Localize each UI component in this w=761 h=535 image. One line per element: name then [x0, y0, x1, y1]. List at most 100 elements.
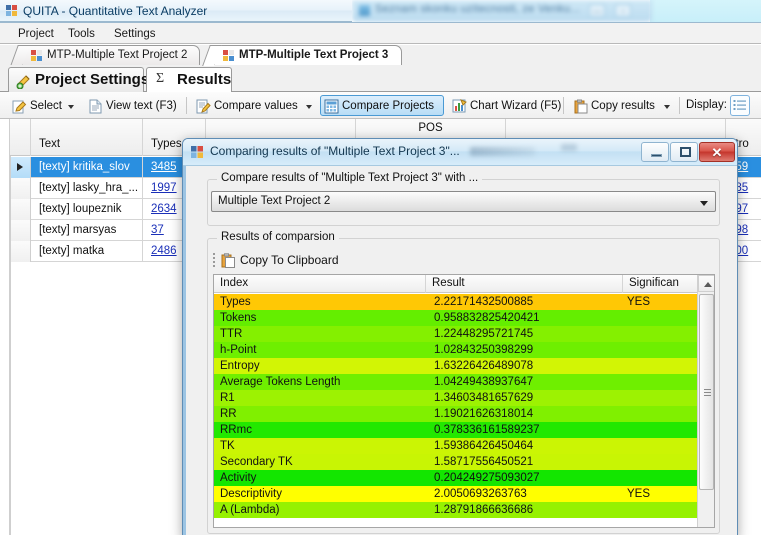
dialog-minimize-button[interactable]: [641, 142, 669, 162]
table-row[interactable]: R1 1.34603481657629: [214, 390, 714, 406]
copy-to-clipboard-label: Copy To Clipboard: [240, 253, 339, 267]
compare-values-button-label: Compare values: [214, 100, 298, 112]
chevron-down-icon[interactable]: [68, 105, 74, 109]
table-row[interactable]: Entropy 1.63226426489078: [214, 358, 714, 374]
table-row[interactable]: Tokens 0.958832825420421: [214, 310, 714, 326]
dialog-maximize-button[interactable]: [670, 142, 698, 162]
background-window-restore-button[interactable]: ▫: [615, 4, 631, 17]
chart-wizard-button[interactable]: Chart Wizard (F5): [448, 95, 561, 116]
sub-tabstrip: Project Settings Σ Results: [0, 65, 761, 92]
compare-source-legend: Compare results of "Multiple Text Projec…: [217, 172, 483, 184]
cell-index: RR: [220, 408, 237, 420]
compare-results-dialog[interactable]: Comparing results of "Multiple Text Proj…: [182, 138, 738, 535]
cell-index: R1: [220, 392, 235, 404]
menu-item-project[interactable]: Project: [14, 27, 58, 41]
cell-result: 2.22171432500885: [434, 296, 534, 308]
table-row[interactable]: Average Tokens Length 1.04249438937647: [214, 374, 714, 390]
scroll-up-button[interactable]: [698, 275, 714, 292]
table-vertical-scrollbar[interactable]: [697, 275, 714, 527]
cell-index: Secondary TK: [220, 456, 293, 468]
cell-result: 1.59386426450464: [434, 440, 534, 452]
dialog-body: Compare results of "Multiple Text Projec…: [183, 166, 737, 535]
background-window[interactable]: Seznam skonku uzitecnosti, ze Venku... —…: [352, 0, 652, 22]
app-window-icon: [6, 5, 18, 17]
comparison-results-table[interactable]: Index Result Significan Types 2.221714325…: [213, 274, 715, 528]
grid-vertical-rule: [10, 156, 11, 535]
clipboard-icon: [221, 253, 235, 268]
cell-index: Types: [220, 296, 251, 308]
tab-results[interactable]: Σ Results: [146, 67, 232, 92]
row-selector[interactable]: [10, 220, 31, 241]
menu-item-tools[interactable]: Tools: [64, 27, 99, 41]
menubar: Project Tools Settings: [0, 23, 761, 44]
dialog-title-text: Comparing results of "Multiple Text Proj…: [210, 144, 460, 158]
row-selector[interactable]: [10, 157, 31, 178]
table-row[interactable]: Activity 0.204249275093027: [214, 470, 714, 486]
dialog-close-button[interactable]: ✕: [699, 142, 735, 162]
project-tab-3-label: MTP-Multiple Text Project 3: [239, 49, 389, 61]
cell-index: Tokens: [220, 312, 257, 324]
grid-left-gutter: [0, 119, 10, 535]
tab-project-settings-label: Project Settings: [35, 71, 150, 88]
cell-index: h-Point: [220, 344, 257, 356]
screen: Seznam skonku uzitecnosti, ze Venku... —…: [0, 0, 761, 535]
project-select[interactable]: Multiple Text Project 2: [211, 191, 716, 212]
project-tab-3[interactable]: MTP-Multiple Text Project 3: [202, 45, 402, 66]
table-row[interactable]: Descriptivity 2.0050693263763 YES: [214, 486, 714, 502]
grid-header-rowselector: [10, 119, 31, 156]
column-header-result[interactable]: Result: [426, 275, 623, 293]
row-selector[interactable]: [10, 241, 31, 262]
tab-skew-edge: [10, 45, 30, 66]
cell-index: TK: [220, 440, 235, 452]
chevron-down-icon[interactable]: [664, 105, 670, 109]
sigma-icon: Σ: [156, 71, 165, 86]
dialog-title-blur-overlay-2: [561, 144, 577, 151]
view-text-button[interactable]: View text (F3): [84, 95, 180, 116]
row-selector[interactable]: [10, 199, 31, 220]
table-row[interactable]: RR 1.19021626318014: [214, 406, 714, 422]
table-row[interactable]: h-Point 1.02843250398299: [214, 342, 714, 358]
table-row[interactable]: Secondary TK 1.58717556450521: [214, 454, 714, 470]
cell-index: Average Tokens Length: [220, 376, 341, 388]
tab-project-settings[interactable]: Project Settings: [8, 67, 149, 92]
table-row[interactable]: A (Lambda) 1.28791866636686: [214, 502, 714, 518]
table-row[interactable]: TTR 1.22448295721745: [214, 326, 714, 342]
close-icon: ✕: [711, 145, 723, 160]
chevron-down-icon[interactable]: [306, 105, 312, 109]
background-window-minimize-button[interactable]: —: [589, 4, 605, 17]
toolbar-grip[interactable]: [213, 253, 216, 268]
display-mode-button[interactable]: [730, 95, 750, 116]
select-button[interactable]: Select: [8, 95, 74, 116]
background-window-icon: [359, 5, 370, 16]
document-icon: [88, 99, 103, 114]
grid-header-text[interactable]: Text: [31, 119, 143, 156]
background-window-title: Seznam skonku uzitecnosti, ze Venku...: [375, 3, 581, 15]
cell-result: 1.34603481657629: [434, 392, 534, 404]
row-cell-text: [texty] matka: [31, 241, 143, 262]
copy-results-button[interactable]: Copy results: [569, 95, 673, 116]
chevron-down-icon[interactable]: [700, 201, 708, 206]
compare-projects-button-label: Compare Projects: [342, 100, 435, 112]
tab-skew-edge: [202, 45, 222, 66]
row-selector[interactable]: [10, 178, 31, 199]
desktop-backdrop: [650, 0, 761, 22]
table-row[interactable]: RRmc 0.378336161589237: [214, 422, 714, 438]
app-titlebar: QUITA - Quantitative Text Analyzer: [0, 0, 352, 22]
row-cell-text: [texty] marsyas: [31, 220, 143, 241]
cell-index: Activity: [220, 472, 257, 484]
project-tab-2[interactable]: MTP-Multiple Text Project 2: [10, 45, 200, 66]
table-row[interactable]: TK 1.59386426450464: [214, 438, 714, 454]
compare-projects-button[interactable]: Compare Projects: [320, 95, 444, 116]
menu-item-settings[interactable]: Settings: [110, 27, 160, 41]
cell-significance: YES: [627, 488, 651, 500]
copy-to-clipboard-button[interactable]: Copy To Clipboard: [213, 250, 413, 271]
column-header-index[interactable]: Index: [214, 275, 426, 293]
cell-significance: YES: [627, 296, 651, 308]
compare-values-button[interactable]: Compare values: [192, 95, 314, 116]
dialog-titlebar[interactable]: Comparing results of "Multiple Text Proj…: [183, 139, 737, 166]
app-window-icon: [191, 146, 204, 159]
scrollbar-thumb[interactable]: [699, 294, 714, 490]
column-header-significance[interactable]: Significan: [623, 275, 699, 293]
cell-index: Descriptivity: [220, 488, 282, 500]
table-row[interactable]: Types 2.22171432500885 YES: [214, 294, 714, 310]
